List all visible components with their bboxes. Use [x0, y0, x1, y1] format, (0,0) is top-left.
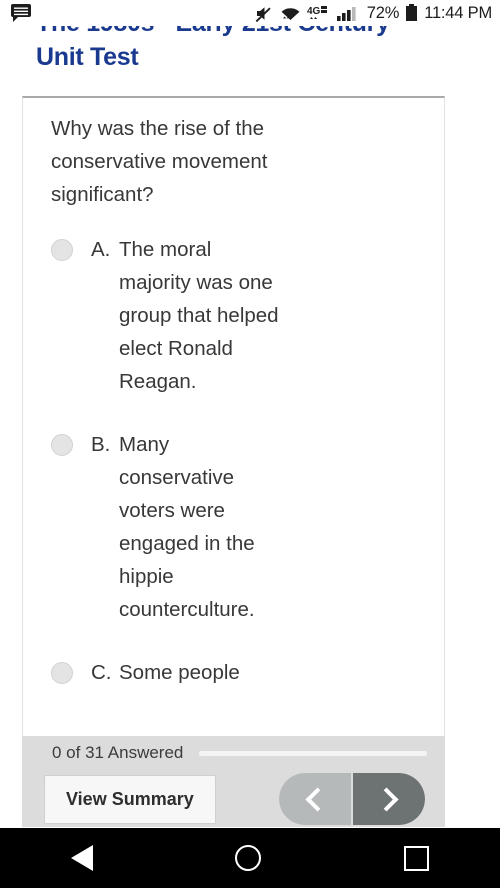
network-type-4g-icon: 4G	[307, 5, 327, 19]
recents-square-icon[interactable]	[403, 845, 429, 871]
option-text-c: Some people	[119, 661, 240, 684]
view-summary-button[interactable]: View Summary	[44, 774, 216, 824]
android-navigation-bar	[0, 828, 500, 888]
quiz-bottom-bar: 0 of 31 Answered View Summary	[22, 736, 445, 827]
answered-count-label: 0 of 31 Answered	[52, 743, 184, 762]
page-title-line-2: Unit Test	[36, 43, 139, 71]
question-card-content: Why was the rise of the conservative mov…	[23, 98, 444, 689]
question-card: Why was the rise of the conservative mov…	[22, 96, 445, 756]
option-letter-c: C.	[91, 661, 112, 684]
progress-bar	[199, 750, 427, 756]
clock-label: 11:44 PM	[424, 3, 492, 22]
answer-option-c[interactable]: C. Some people	[51, 656, 422, 689]
radio-button-c[interactable]	[51, 662, 73, 684]
chevron-left-icon	[305, 786, 330, 812]
question-navigation-group	[279, 773, 425, 825]
wifi-icon	[281, 7, 300, 20]
answer-options-list: A. The moral majority was one group that…	[51, 233, 422, 689]
battery-percent-label: 72%	[366, 3, 400, 22]
answer-option-b[interactable]: B. Many conservative voters were engaged…	[51, 428, 422, 626]
back-triangle-icon[interactable]	[71, 845, 94, 871]
previous-question-button[interactable]	[279, 773, 351, 825]
question-prompt: Why was the rise of the conservative mov…	[51, 117, 268, 206]
option-text-a: The moral majority was one group that he…	[119, 238, 279, 393]
svg-text:4G: 4G	[307, 6, 321, 17]
chevron-right-icon	[374, 786, 399, 812]
radio-button-a[interactable]	[51, 239, 73, 261]
controls-row: View Summary	[22, 763, 445, 825]
status-bar: 4G 72% 11:44 PM	[0, 0, 500, 26]
status-bar-right: 4G 72% 11:44 PM	[255, 3, 492, 23]
answer-option-a[interactable]: A. The moral majority was one group that…	[51, 233, 422, 398]
battery-icon	[406, 3, 418, 21]
option-letter-b: B.	[91, 433, 111, 456]
status-bar-left	[10, 3, 32, 23]
radio-button-b[interactable]	[51, 434, 73, 456]
home-circle-icon[interactable]	[235, 845, 262, 871]
next-question-button[interactable]	[353, 773, 425, 825]
signal-bars-icon	[336, 6, 356, 21]
option-letter-a: A.	[91, 238, 111, 261]
message-bubble-icon	[11, 3, 31, 22]
volume-muted-icon	[255, 6, 271, 22]
option-text-b: Many conservative voters were engaged in…	[119, 433, 255, 621]
progress-row: 0 of 31 Answered	[22, 736, 445, 763]
